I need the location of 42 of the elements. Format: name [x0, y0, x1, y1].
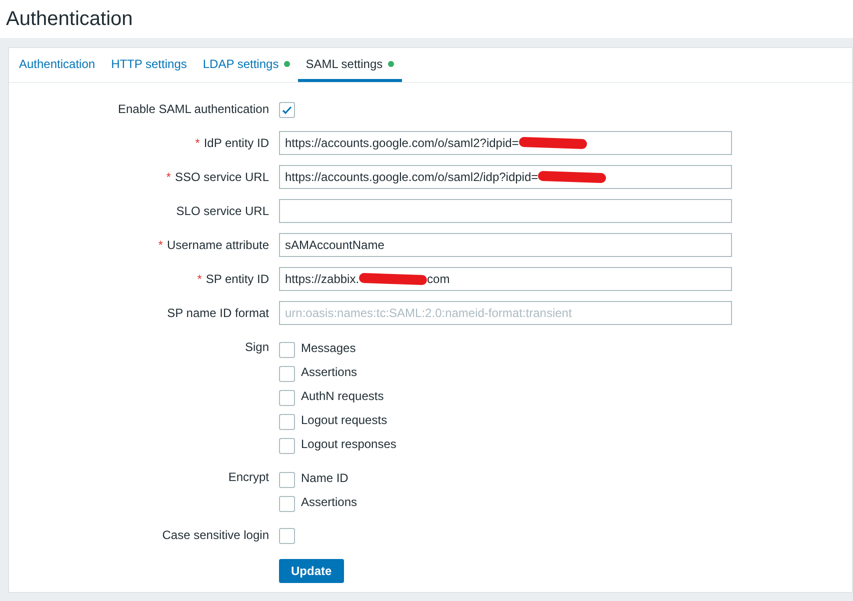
checkbox[interactable]: [279, 102, 295, 118]
tab[interactable]: SAML settings: [298, 48, 402, 82]
field-label: * SSO service URL: [165, 169, 269, 186]
checkbox[interactable]: [279, 390, 295, 406]
option-label: AuthN requests: [301, 389, 384, 403]
option-label: Logout responses: [301, 437, 396, 451]
input-field[interactable]: sAMAccountName: [279, 233, 732, 257]
field-label: Enable SAML authentication: [117, 101, 269, 118]
input-field[interactable]: https://accounts.google.com/o/saml2?idpid=: [279, 131, 732, 155]
input-field[interactable]: [279, 199, 732, 223]
field-label: Encrypt: [227, 469, 269, 486]
option-label: Assertions: [301, 495, 358, 509]
field-label: SLO service URL: [175, 203, 269, 220]
checkbox[interactable]: [279, 472, 295, 488]
field-label: * IdP entity ID: [194, 135, 269, 152]
tab[interactable]: HTTP settings: [103, 48, 195, 82]
checkbox[interactable]: [279, 342, 295, 358]
input-field[interactable]: https://zabbix. com: [279, 267, 732, 291]
field-label: Case sensitive login: [161, 527, 269, 544]
checkbox[interactable]: [279, 366, 295, 382]
required-mark: *: [158, 238, 163, 252]
field-label: Sign: [244, 339, 269, 356]
required-mark: *: [195, 136, 200, 150]
tab[interactable]: LDAP settings: [194, 48, 298, 82]
checkbox[interactable]: [279, 528, 295, 544]
option-label: Messages: [301, 341, 356, 355]
required-mark: *: [166, 170, 171, 184]
update-button[interactable]: Update: [279, 559, 344, 583]
field-label: * Username attribute: [157, 237, 269, 254]
checkbox[interactable]: [279, 438, 295, 454]
field-label: * SP entity ID: [196, 271, 269, 288]
page-title: Authentication: [6, 8, 133, 30]
option-label: Assertions: [301, 365, 358, 379]
field-label: SP name ID format: [166, 305, 269, 322]
tab[interactable]: Authentication: [11, 48, 104, 82]
input-field[interactable]: https://accounts.google.com/o/saml2/idp?idpid=: [279, 165, 732, 189]
checkbox[interactable]: [279, 496, 295, 512]
required-mark: *: [197, 272, 202, 286]
checkmark-icon: [281, 104, 293, 116]
checkbox[interactable]: [279, 414, 295, 430]
option-label: Name ID: [301, 471, 348, 485]
option-label: Logout requests: [301, 413, 388, 427]
